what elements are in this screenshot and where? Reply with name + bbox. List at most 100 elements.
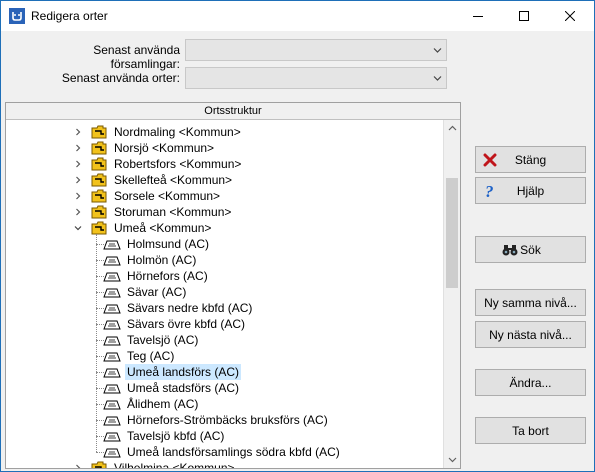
tree-node-kommun[interactable]: Skellefteå <Kommun> bbox=[73, 172, 234, 188]
maximize-icon bbox=[519, 11, 529, 21]
tree-connector bbox=[96, 234, 97, 452]
tree-connector bbox=[96, 244, 104, 245]
place-icon-graphic bbox=[103, 336, 121, 346]
tree-connector bbox=[96, 388, 104, 389]
hjalp-label: Hjälp bbox=[516, 183, 545, 198]
ny-samma-niva-button[interactable]: Ny samma nivå... bbox=[475, 289, 586, 316]
tree-node-label-selected: Umeå landsförs (AC) bbox=[125, 364, 242, 380]
expand-chevron-icon[interactable] bbox=[73, 124, 83, 140]
tree-connector bbox=[96, 340, 104, 341]
tree-node-kommun[interactable]: Storuman <Kommun> bbox=[73, 204, 233, 220]
place-icon bbox=[103, 238, 121, 250]
place-icon-graphic bbox=[103, 384, 121, 394]
chevron-right-icon bbox=[76, 192, 81, 200]
tree-node-label: Storuman <Kommun> bbox=[114, 205, 232, 219]
chevron-down-icon bbox=[433, 76, 442, 81]
expand-chevron-icon[interactable] bbox=[73, 460, 83, 468]
tree-node-place[interactable]: Tavelsjö kbfd (AC) bbox=[103, 428, 226, 444]
tree-node-label: Sävars övre kbfd (AC) bbox=[127, 317, 246, 331]
forsamlingar-combobox[interactable] bbox=[185, 39, 447, 61]
tree-connector bbox=[96, 308, 104, 309]
tree-node-place[interactable]: Hörnefors-Strömbäcks bruksförs (AC) bbox=[103, 412, 330, 428]
ny-nasta-niva-button[interactable]: Ny nästa nivå... bbox=[475, 321, 586, 348]
ta-bort-button[interactable]: Ta bort bbox=[475, 417, 586, 444]
expand-chevron-icon[interactable] bbox=[73, 188, 83, 204]
tree-node-place[interactable]: Umeå landsförsamlings södra kbfd (AC) bbox=[103, 444, 342, 460]
sok-button[interactable]: Sök bbox=[475, 236, 586, 263]
tree-node-place[interactable]: Teg (AC) bbox=[103, 348, 176, 364]
tree-node-place[interactable]: Hörnefors (AC) bbox=[103, 268, 210, 284]
scroll-down-button[interactable] bbox=[444, 451, 461, 468]
tree-node-place[interactable]: Umeå stadsförs (AC) bbox=[103, 380, 241, 396]
expand-chevron-icon[interactable] bbox=[73, 156, 83, 172]
place-icon-graphic bbox=[103, 368, 121, 378]
chevron-up-icon bbox=[448, 125, 457, 131]
hjalp-button[interactable]: ? Hjälp bbox=[475, 177, 586, 204]
expand-chevron-icon[interactable] bbox=[73, 172, 83, 188]
tree-node-place[interactable]: Holmsund (AC) bbox=[103, 236, 211, 252]
chevron-down-icon bbox=[74, 226, 82, 231]
tree-node-label: Hörnefors-Strömbäcks bruksförs (AC) bbox=[127, 413, 328, 427]
tree-connector bbox=[96, 324, 104, 325]
tree-connector bbox=[96, 276, 104, 277]
tree-connector bbox=[96, 436, 104, 437]
place-icon bbox=[103, 286, 121, 298]
andra-button[interactable]: Ändra... bbox=[475, 369, 586, 396]
expand-chevron-icon[interactable] bbox=[73, 204, 83, 220]
tree-node-label: Teg (AC) bbox=[127, 349, 175, 363]
tree-node-label: Skellefteå <Kommun> bbox=[114, 173, 233, 187]
folder-icon bbox=[91, 141, 107, 155]
minimize-icon bbox=[473, 16, 483, 17]
close-window-button[interactable] bbox=[547, 1, 593, 31]
tree-node-label: Tavelsjö kbfd (AC) bbox=[127, 429, 225, 443]
tree-node-kommun[interactable]: Nordmaling <Kommun> bbox=[73, 124, 243, 140]
folder-icon-graphic bbox=[91, 205, 107, 219]
tree-node-place[interactable]: Tavelsjö (AC) bbox=[103, 332, 200, 348]
folder-icon bbox=[91, 173, 107, 187]
scroll-thumb[interactable] bbox=[446, 178, 458, 288]
help-icon: ? bbox=[482, 183, 498, 199]
chevron-down-icon bbox=[448, 457, 457, 463]
tree-node-place[interactable]: Sävar (AC) bbox=[103, 284, 188, 300]
tree-node-kommun[interactable]: Vilhelmina <Kommun> bbox=[73, 460, 237, 468]
tree-scrollbar[interactable] bbox=[443, 120, 460, 468]
title-bar[interactable]: Redigera orter bbox=[1, 1, 594, 31]
folder-icon-graphic bbox=[91, 173, 107, 187]
place-icon bbox=[103, 414, 121, 426]
tree-body[interactable]: Nordmaling <Kommun> Norsjö <Kommun> Robert… bbox=[6, 120, 443, 468]
stang-button[interactable]: Stäng bbox=[475, 146, 586, 173]
scroll-up-button[interactable] bbox=[444, 120, 461, 137]
orter-combobox[interactable] bbox=[185, 67, 447, 89]
andra-label: Ändra... bbox=[509, 375, 552, 390]
collapse-chevron-icon[interactable] bbox=[73, 220, 83, 236]
ortsstruktur-tree[interactable]: Ortsstruktur Nordmaling <Kommun> Norsjö <… bbox=[5, 102, 461, 469]
tree-node-label: Vilhelmina <Kommun> bbox=[114, 461, 235, 468]
place-icon bbox=[103, 398, 121, 410]
tree-node-kommun[interactable]: Norsjö <Kommun> bbox=[73, 140, 216, 156]
place-icon bbox=[103, 270, 121, 282]
place-icon bbox=[103, 382, 121, 394]
tree-node-place[interactable]: Holmön (AC) bbox=[103, 252, 198, 268]
ta-bort-label: Ta bort bbox=[512, 423, 549, 438]
place-icon bbox=[103, 366, 121, 378]
place-icon bbox=[103, 318, 121, 330]
tree-node-place[interactable]: Sävars nedre kbfd (AC) bbox=[103, 300, 254, 316]
place-icon-graphic bbox=[103, 320, 121, 330]
tree-node-label: Umeå <Kommun> bbox=[114, 221, 212, 235]
maximize-button[interactable] bbox=[501, 1, 547, 31]
place-icon bbox=[103, 334, 121, 346]
tree-node-kommun[interactable]: Sorsele <Kommun> bbox=[73, 188, 222, 204]
chevron-right-icon bbox=[76, 176, 81, 184]
tree-node-place[interactable]: Umeå landsförs (AC) bbox=[103, 364, 242, 380]
place-icon-graphic bbox=[103, 240, 121, 250]
minimize-button[interactable] bbox=[455, 1, 501, 31]
place-icon bbox=[103, 350, 121, 362]
tree-node-place[interactable]: Sävars övre kbfd (AC) bbox=[103, 316, 247, 332]
close-red-icon bbox=[482, 152, 498, 168]
tree-node-kommun[interactable]: Umeå <Kommun> bbox=[73, 220, 213, 236]
tree-connector bbox=[96, 404, 104, 405]
tree-node-kommun[interactable]: Robertsfors <Kommun> bbox=[73, 156, 243, 172]
place-icon-graphic bbox=[103, 416, 121, 426]
tree-node-place[interactable]: Ålidhem (AC) bbox=[103, 396, 200, 412]
expand-chevron-icon[interactable] bbox=[73, 140, 83, 156]
